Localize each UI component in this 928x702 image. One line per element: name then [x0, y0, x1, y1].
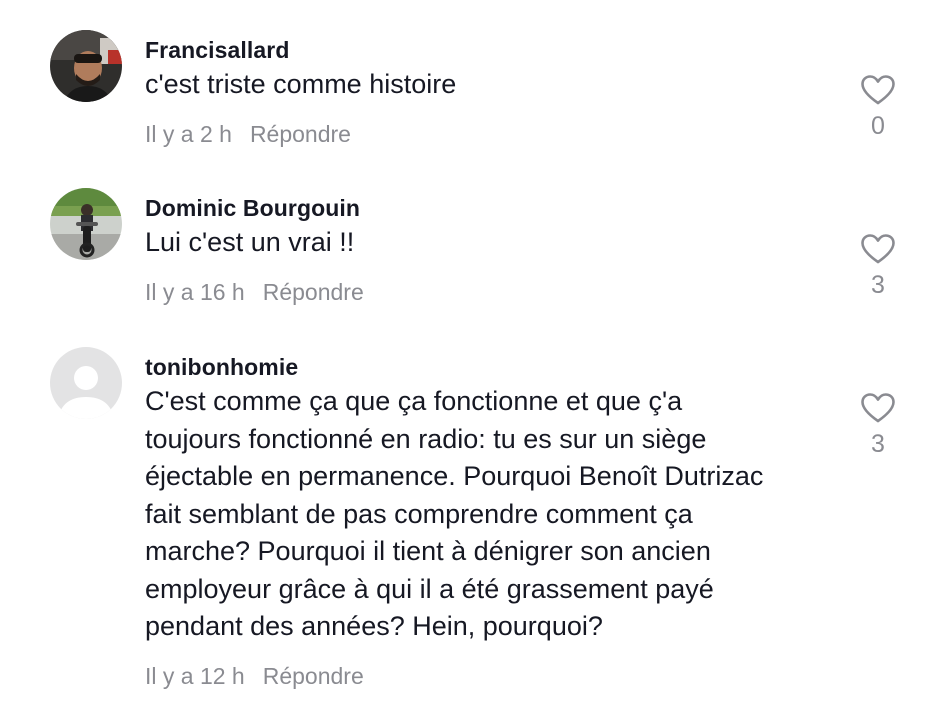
comment-text-line: éjectable en permanence. Pourquoi Benoît…	[145, 461, 764, 491]
comment-text-line: toujours fonctionné en radio: tu es sur …	[145, 423, 707, 454]
comment-username[interactable]: Francisallard	[145, 36, 835, 64]
avatar[interactable]	[50, 30, 122, 102]
heart-outline-icon[interactable]	[861, 234, 895, 264]
comment-timestamp: Il y a 2 h	[145, 120, 232, 147]
reply-button[interactable]: Répondre	[263, 278, 364, 306]
comment-timestamp: Il y a 12 h	[145, 662, 245, 689]
comment-text-line: marche? Pourquoi il tient à dénigrer son…	[145, 536, 711, 566]
comment-username[interactable]: tonibonhomie	[145, 353, 835, 381]
comment-timestamp: Il y a 16 h	[145, 278, 245, 305]
reply-button[interactable]: Répondre	[250, 120, 351, 148]
comment-body: Francisallard c'est triste comme histoir…	[145, 36, 835, 148]
comment-username[interactable]: Dominic Bourgouin	[145, 194, 835, 222]
comment-meta: Il y a 12 h Répondre	[145, 662, 835, 690]
heart-outline-icon[interactable]	[861, 393, 895, 423]
comment-body: Dominic Bourgouin Lui c'est un vrai !! I…	[145, 194, 835, 306]
heart-outline-icon[interactable]	[861, 75, 895, 105]
default-avatar-icon	[50, 347, 122, 419]
avatar[interactable]	[50, 347, 122, 419]
like-count: 3	[871, 271, 885, 299]
reply-button[interactable]: Répondre	[263, 662, 364, 690]
like-button[interactable]: 0	[850, 75, 906, 141]
like-count: 0	[871, 112, 885, 140]
like-button[interactable]: 3	[850, 234, 906, 300]
comment-body: tonibonhomie C'est comme ça que ça fonct…	[145, 353, 835, 690]
comment-text-line: fait semblant de pas comprendre comment …	[145, 498, 693, 529]
comment-meta: Il y a 16 h Répondre	[145, 278, 835, 306]
comment-meta: Il y a 2 h Répondre	[145, 120, 835, 148]
like-count: 3	[871, 430, 885, 458]
comment-text-line: employeur grâce à qui il a été grassemen…	[145, 573, 714, 604]
comment-text-line: C'est comme ça que ça fonctionne et que …	[145, 386, 683, 416]
like-button[interactable]: 3	[850, 393, 906, 459]
avatar[interactable]	[50, 188, 122, 260]
comment-text-line: pendant des années? Hein, pourquoi?	[145, 611, 603, 641]
comment-text: c'est triste comme histoire	[145, 69, 457, 99]
comment-text: Lui c'est un vrai !!	[145, 227, 355, 257]
comment-text: C'est comme ça que ça fonctionne et que …	[145, 383, 835, 646]
